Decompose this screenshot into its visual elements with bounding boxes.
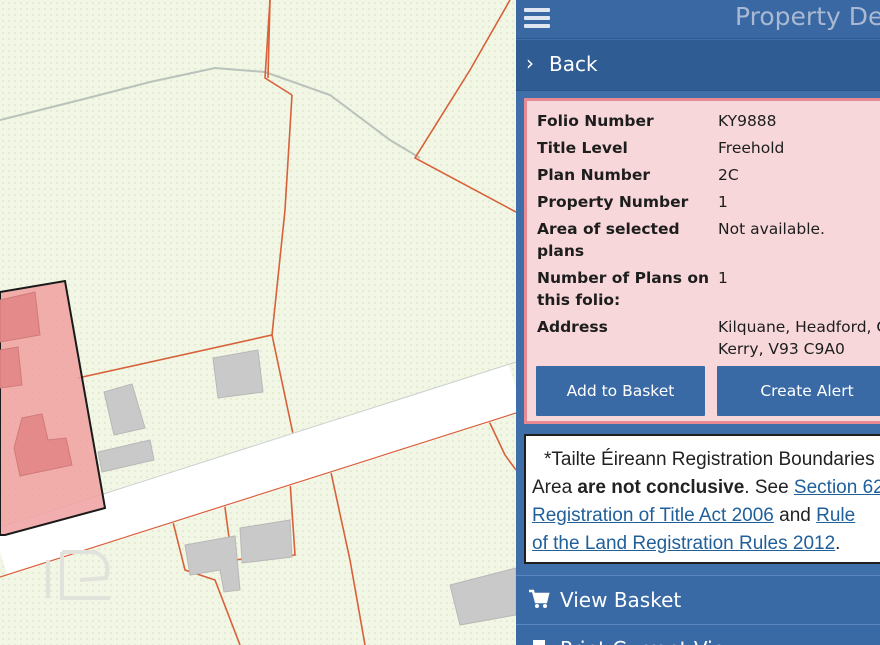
parcel-boundaries [77, 0, 516, 645]
field-value: Kilquane, Headford, C Kerry, V93 C9A0 [718, 316, 880, 360]
print-icon [528, 638, 550, 645]
field-label: Property Number [537, 193, 689, 211]
create-alert-button[interactable]: Create Alert [717, 366, 880, 416]
chevron-right-icon: › [526, 51, 534, 75]
address-line: Kilquane, Headford, C [718, 318, 880, 336]
field-label-line: plans [537, 242, 585, 260]
field-label: Address [537, 318, 608, 336]
notice-line: *Tailte Éireann Registration Boundaries … [544, 449, 880, 470]
property-details-box: Folio Number KY9888 Title Level Freehold… [524, 98, 880, 424]
back-button[interactable]: › Back [516, 40, 880, 91]
notice-text: . [835, 533, 841, 554]
notice-text: . See [744, 477, 794, 498]
field-label-line: this folio: [537, 291, 621, 309]
address-line: Kerry, V93 C9A0 [718, 340, 845, 358]
registration-of-title-act-link[interactable]: Registration of Title Act 2006 [532, 505, 774, 526]
notice-line: of the Land Registration Rules 2012. [532, 530, 880, 558]
notice-text: and [773, 505, 817, 526]
field-value: 1 [718, 193, 728, 211]
field-value: Freehold [718, 139, 785, 157]
notice-line: Registration of Title Act 2006 and Rule [532, 502, 880, 530]
field-value: 2C [718, 166, 739, 184]
field-label-line: Number of Plans on [537, 269, 710, 287]
field-value: Not available. [718, 220, 825, 238]
view-basket-label: View Basket [560, 588, 682, 612]
print-current-view-label: Print Current View [560, 637, 741, 645]
field-label: Title Level [537, 139, 628, 157]
field-value: 1 [718, 269, 728, 287]
print-current-view-button[interactable]: Print Current View [516, 624, 880, 645]
track-line [0, 66, 421, 159]
disclaimer-notice: *Tailte Éireann Registration Boundaries … [524, 434, 880, 564]
field-label: Number of Plans on this folio: [537, 267, 713, 311]
panel-header: Property De [516, 0, 880, 39]
field-label-line: Area of selected [537, 220, 680, 238]
cart-icon [528, 589, 550, 614]
field-label: Area of selected plans [537, 218, 713, 262]
notice-text: Area [532, 477, 578, 498]
field-label: Folio Number [537, 112, 654, 130]
panel-title: Property De [735, 2, 880, 31]
add-to-basket-button[interactable]: Add to Basket [536, 366, 705, 416]
field-value: KY9888 [718, 112, 777, 130]
back-label: Back [549, 52, 598, 76]
map-view[interactable] [0, 0, 516, 645]
field-label: Plan Number [537, 166, 650, 184]
section-62-link[interactable]: Section 62(2 [794, 477, 880, 498]
property-details-panel: Property De › Back Folio Number KY9888 T… [516, 0, 880, 645]
view-basket-button[interactable]: View Basket [516, 575, 880, 624]
map-canvas [0, 0, 516, 645]
notice-bold-text: are not conclusive [577, 477, 745, 498]
notice-line: Area are not conclusive. See Section 62(… [532, 474, 880, 502]
land-registration-rules-link[interactable]: of the Land Registration Rules 2012 [532, 533, 835, 554]
hamburger-menu-icon[interactable] [524, 5, 550, 29]
rule-link[interactable]: Rule [816, 505, 855, 526]
